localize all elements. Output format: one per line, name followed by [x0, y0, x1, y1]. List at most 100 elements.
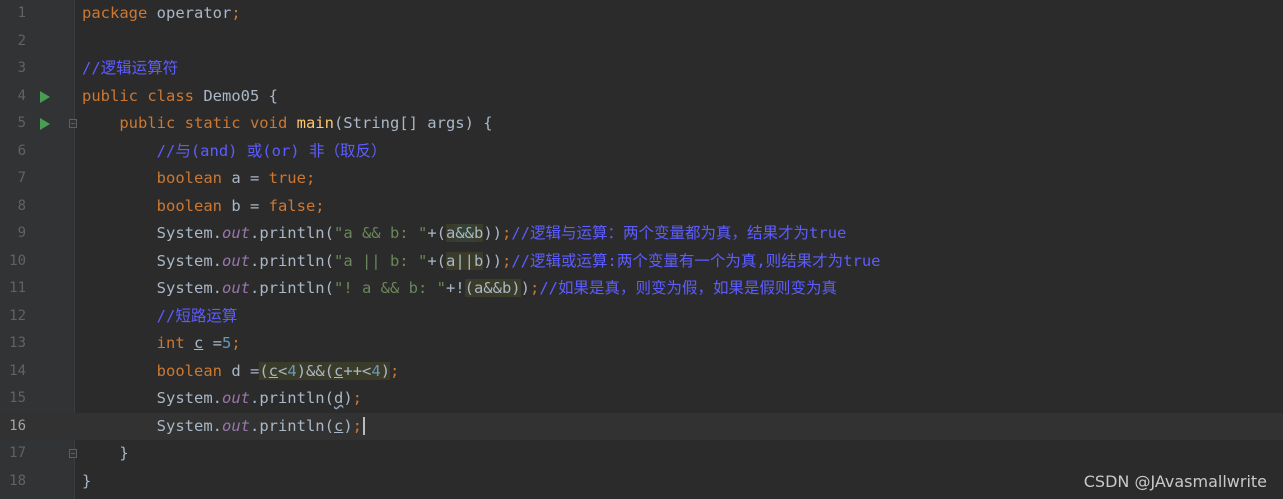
code-area[interactable]: System.out.println("! a && b: "+!(a&&b))… [76, 275, 1283, 303]
code-area[interactable]: System.out.println("a || b: "+(a||b));//… [76, 248, 1283, 276]
code-area[interactable] [76, 28, 1283, 56]
line-number[interactable]: 9 [0, 220, 26, 248]
line-number[interactable]: 7 [0, 165, 26, 193]
line-number[interactable]: 5 [0, 110, 26, 138]
line-number[interactable]: 15 [0, 385, 26, 413]
code-area[interactable]: boolean d =(c<4)&&(c++<4); [76, 358, 1283, 386]
line-number[interactable]: 13 [0, 330, 26, 358]
code-text[interactable]: } [82, 468, 91, 496]
code-area[interactable]: //短路运算 [76, 303, 1283, 331]
line-number[interactable]: 1 [0, 0, 26, 28]
code-text[interactable]: System.out.println("a || b: "+(a||b));//… [82, 248, 880, 276]
line-number[interactable]: 4 [0, 83, 26, 111]
code-token: )&&( [296, 361, 335, 380]
run-icon[interactable] [40, 118, 50, 130]
code-token: )) [483, 224, 503, 242]
code-token: ; [231, 4, 241, 22]
code-line[interactable]: 12 //短路运算 [0, 303, 1283, 331]
line-number[interactable]: 10 [0, 248, 26, 276]
code-line[interactable]: 13 int c =5; [0, 330, 1283, 358]
code-token: ; [352, 389, 363, 407]
code-token: main [296, 114, 334, 132]
code-token: out [221, 279, 250, 297]
code-token: boolean [156, 169, 232, 187]
line-number[interactable]: 18 [0, 468, 26, 496]
code-area[interactable]: System.out.println(d); [76, 385, 1283, 413]
code-line[interactable]: 16 System.out.println(c); [0, 412, 1283, 441]
code-line[interactable]: 8 boolean b = false; [0, 193, 1283, 221]
code-token: System. [82, 416, 222, 435]
code-area[interactable]: //与(and) 或(or) 非（取反） [76, 138, 1283, 166]
code-area[interactable]: public class Demo05 { [76, 83, 1283, 111]
code-token: boolean [156, 361, 232, 380]
code-line[interactable]: 2 [0, 28, 1283, 56]
code-area[interactable]: boolean b = false; [76, 193, 1283, 221]
code-line[interactable]: 1 package operator; [0, 0, 1283, 28]
code-area[interactable]: int c =5; [76, 330, 1283, 358]
code-text[interactable]: System.out.println("a && b: "+(a&&b));//… [82, 220, 846, 248]
code-token: ; [529, 279, 540, 297]
line-number[interactable]: 8 [0, 193, 26, 221]
code-area[interactable]: } [76, 440, 1283, 468]
code-area[interactable]: System.out.println(c); [76, 412, 1283, 441]
code-text[interactable]: } [82, 440, 128, 468]
line-number[interactable]: 2 [0, 28, 26, 56]
code-line[interactable]: 9 System.out.println("a && b: "+(a&&b));… [0, 220, 1283, 248]
line-number[interactable]: 17 [0, 440, 26, 468]
code-token: ) [380, 361, 391, 380]
code-text[interactable]: package operator; [82, 0, 241, 28]
line-number[interactable]: 16 [0, 413, 26, 441]
code-line[interactable]: 3 //逻辑运算符 [0, 55, 1283, 83]
code-area[interactable]: boolean a = true; [76, 165, 1283, 193]
code-line[interactable]: 17 } [0, 440, 1283, 468]
code-area[interactable]: public static void main(String[] args) { [76, 110, 1283, 138]
code-token: //逻辑与运算：两个变量都为真，结果才为true [511, 224, 847, 242]
code-text[interactable]: public static void main(String[] args) { [82, 110, 492, 138]
code-token: +( [427, 224, 446, 242]
code-text[interactable]: boolean a = true; [82, 165, 316, 193]
code-token: ) [343, 416, 353, 435]
code-token: "a || b: " [333, 251, 428, 270]
code-line[interactable]: 14 boolean d =(c<4)&&(c++<4); [0, 358, 1283, 386]
code-line[interactable]: 11 System.out.println("! a && b: "+!(a&&… [0, 275, 1283, 303]
line-number[interactable]: 6 [0, 138, 26, 166]
code-line[interactable]: 10 System.out.println("a || b: "+(a||b))… [0, 248, 1283, 276]
code-text[interactable]: //短路运算 [82, 303, 238, 331]
code-token: .println( [249, 416, 334, 435]
code-line[interactable]: 6 //与(and) 或(or) 非（取反） [0, 138, 1283, 166]
line-number[interactable]: 12 [0, 303, 26, 331]
code-token: .println( [249, 224, 334, 242]
code-text[interactable]: public class Demo05 { [82, 83, 278, 111]
run-icon[interactable] [40, 90, 50, 103]
code-token: c [334, 361, 344, 380]
code-token: out [221, 389, 250, 407]
code-token: a||b [445, 251, 484, 270]
code-text[interactable]: System.out.println(d); [82, 385, 362, 413]
code-text[interactable]: System.out.println(c); [82, 413, 366, 441]
line-number[interactable]: 14 [0, 358, 26, 386]
code-token: .println( [249, 389, 334, 407]
code-line[interactable]: 7 boolean a = true; [0, 165, 1283, 193]
code-area[interactable]: package operator; [76, 0, 1283, 28]
code-text[interactable]: boolean d =(c<4)&&(c++<4); [82, 358, 399, 386]
code-token: out [221, 251, 250, 270]
code-token: 4 [371, 361, 381, 380]
code-token: System. [82, 279, 222, 297]
code-text[interactable]: boolean b = false; [82, 193, 325, 221]
line-number[interactable]: 3 [0, 55, 26, 83]
code-token: d [333, 389, 344, 407]
line-number[interactable]: 11 [0, 275, 26, 303]
code-text[interactable]: //逻辑运算符 [82, 55, 178, 83]
code-area[interactable]: //逻辑运算符 [76, 55, 1283, 83]
code-text[interactable]: System.out.println("! a && b: "+!(a&&b))… [82, 275, 837, 303]
code-line[interactable]: 5 public static void main(String[] args)… [0, 110, 1283, 138]
code-line[interactable]: 4 public class Demo05 { [0, 83, 1283, 111]
code-line[interactable]: 15 System.out.println(d); [0, 385, 1283, 413]
code-text[interactable]: int c =5; [82, 330, 241, 358]
code-token: 5 [222, 334, 232, 352]
code-area[interactable]: System.out.println("a && b: "+(a&&b));//… [76, 220, 1283, 248]
code-text[interactable]: //与(and) 或(or) 非（取反） [82, 138, 387, 166]
